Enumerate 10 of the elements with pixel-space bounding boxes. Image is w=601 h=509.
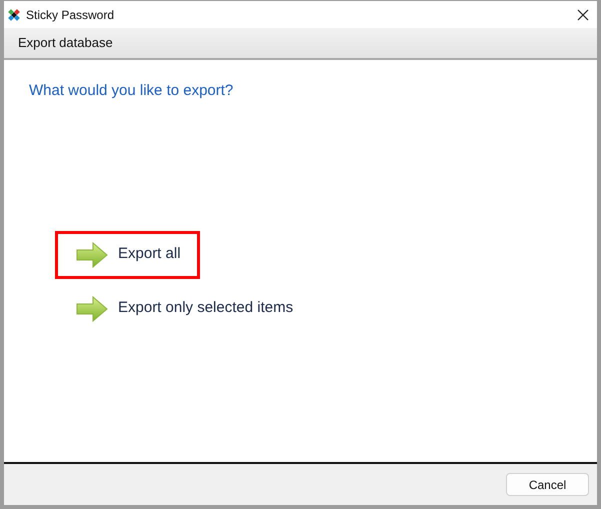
app-logo-icon xyxy=(8,8,20,20)
cancel-button[interactable]: Cancel xyxy=(506,473,589,496)
arrow-icon xyxy=(76,242,108,268)
export-option[interactable]: Export only selected items xyxy=(55,284,312,332)
window-title: Sticky Password xyxy=(26,6,116,24)
header-title: Export database xyxy=(18,34,113,52)
arrow-icon xyxy=(76,296,108,322)
question-text: What would you like to export? xyxy=(29,81,234,101)
close-icon xyxy=(577,8,589,20)
export-option[interactable]: Export all xyxy=(55,230,200,278)
